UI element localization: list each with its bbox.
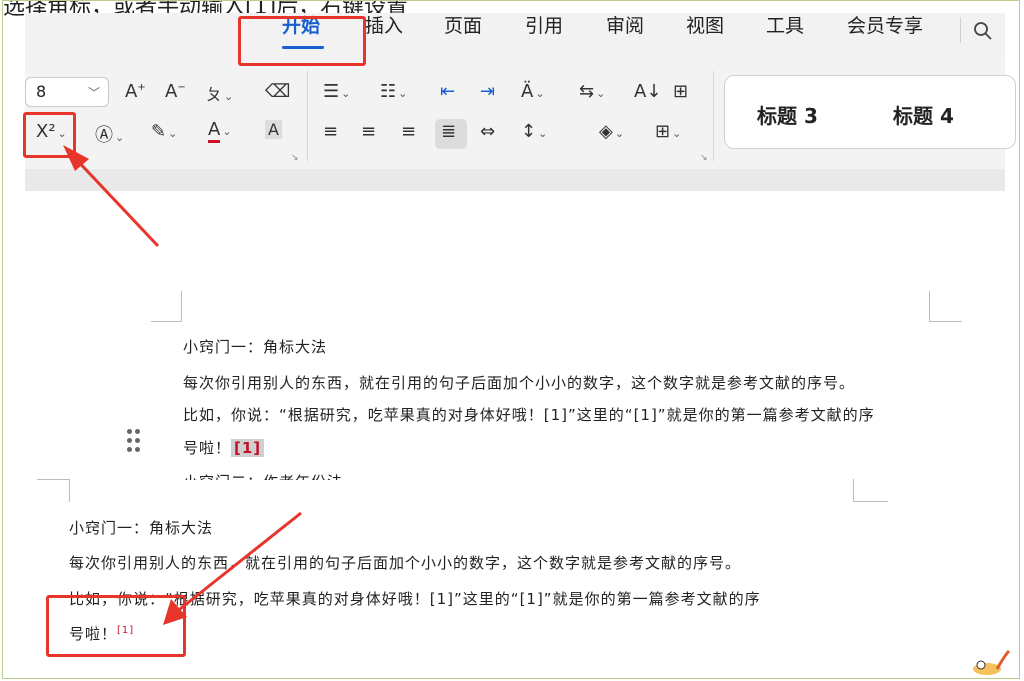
arrow-head bbox=[163, 599, 187, 625]
arrow-line bbox=[174, 511, 302, 615]
sticker-icon bbox=[973, 649, 1011, 675]
screenshot-frame: 选择角标，或者手动输入[1]后，右键设置 开始 插入 页面 引用 审阅 视图 工… bbox=[2, 0, 1020, 679]
annotation-arrows bbox=[63, 145, 302, 625]
arrow-line bbox=[71, 154, 160, 248]
